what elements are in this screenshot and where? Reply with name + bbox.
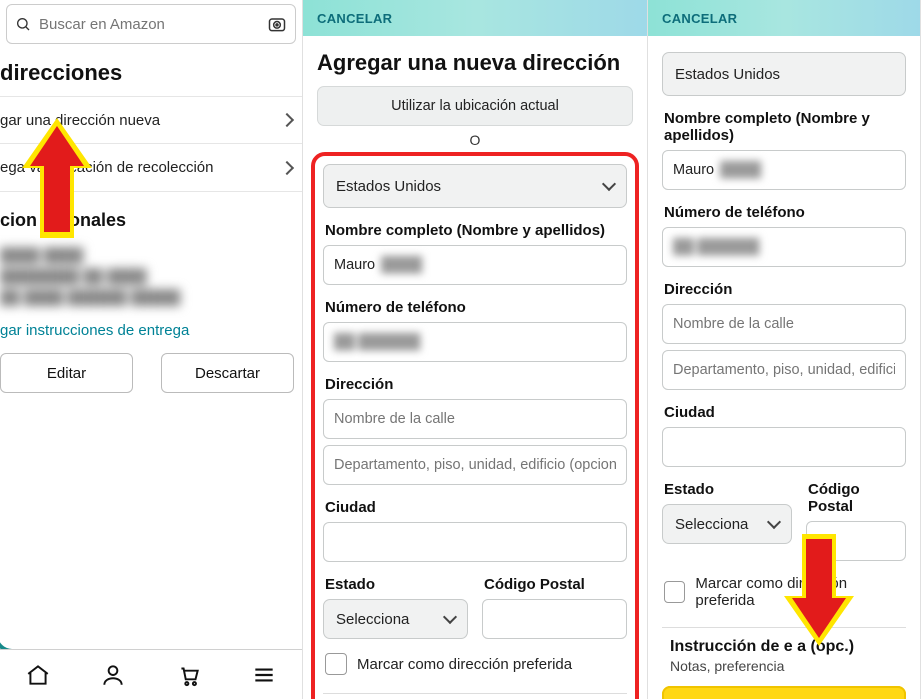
fullname-input[interactable]: Mauro████: [662, 150, 906, 190]
phone-input[interactable]: ██ ██████: [662, 227, 906, 267]
page-title: Agregar una nueva dirección: [303, 36, 647, 86]
cancel-link[interactable]: CANCELAR: [662, 11, 737, 26]
city-label: Ciudad: [323, 485, 627, 522]
discard-button[interactable]: Descartar: [161, 353, 294, 393]
state-select[interactable]: Selecciona: [662, 504, 792, 544]
street-input[interactable]: [323, 399, 627, 439]
country-select[interactable]: Estados Unidos: [323, 164, 627, 208]
bottom-nav: [0, 649, 302, 699]
fullname-label: Nombre completo (Nombre y apellidos): [323, 208, 627, 245]
search-input[interactable]: [39, 16, 267, 33]
cart-icon[interactable]: [176, 662, 202, 688]
preferred-label: Marcar como dirección preferida: [357, 656, 572, 673]
preferred-checkbox-row[interactable]: Marcar como dirección preferida: [323, 639, 627, 689]
city-label: Ciudad: [662, 390, 906, 427]
phone-input[interactable]: ██ ██████: [323, 322, 627, 362]
state-label: Estado: [662, 467, 792, 504]
search-icon: [15, 16, 31, 32]
search-bar[interactable]: [6, 4, 296, 44]
apt-input[interactable]: [662, 350, 906, 390]
country-select[interactable]: Estados Unidos: [662, 52, 906, 96]
chevron-down-icon: [443, 610, 457, 624]
add-delivery-instructions-link[interactable]: gar instrucciones de entrega: [0, 316, 302, 353]
menu-icon[interactable]: [251, 662, 277, 688]
fullname-label: Nombre completo (Nombre y apellidos): [662, 96, 906, 150]
checkbox-icon[interactable]: [325, 653, 347, 675]
address-label: Dirección: [323, 362, 627, 399]
top-bar: CANCELAR: [303, 0, 647, 36]
row-label: ega va ubicación de recolección: [0, 159, 213, 176]
row-label: gar una dirección nueva: [0, 112, 160, 129]
zip-label: Código Postal: [806, 467, 906, 521]
phone-label: Número de teléfono: [323, 285, 627, 322]
or-divider: O: [303, 126, 647, 150]
panel-add-address-form: CANCELAR Agregar una nueva dirección Uti…: [303, 0, 648, 699]
panel-add-address-scroll: CANCELAR Estados Unidos Nombre completo …: [648, 0, 921, 699]
delivery-instructions-row[interactable]: Instrucción de entrega (opc.) Notas, pre…: [323, 693, 627, 699]
delivery-instructions-row[interactable]: Instrucción de e a (opc.) Notas, prefere…: [662, 627, 906, 674]
city-input[interactable]: [323, 522, 627, 562]
add-pickup-location-row[interactable]: ega va ubicación de recolección: [0, 144, 302, 192]
home-icon[interactable]: [25, 662, 51, 688]
zip-input[interactable]: [806, 521, 906, 561]
edit-button[interactable]: Editar: [0, 353, 133, 393]
add-new-address-row[interactable]: gar una dirección nueva: [0, 96, 302, 144]
apt-input[interactable]: [323, 445, 627, 485]
add-address-button[interactable]: Agrega una dirección: [662, 686, 906, 699]
phone-label: Número de teléfono: [662, 190, 906, 227]
camera-icon[interactable]: [267, 14, 287, 34]
zip-input[interactable]: [482, 599, 627, 639]
city-input[interactable]: [662, 427, 906, 467]
highlighted-form: Estados Unidos Nombre completo (Nombre y…: [311, 152, 639, 699]
user-icon[interactable]: [100, 662, 126, 688]
chevron-down-icon: [767, 515, 781, 529]
state-select[interactable]: Selecciona: [323, 599, 468, 639]
state-label: Estado: [323, 562, 468, 599]
country-value: Estados Unidos: [336, 178, 441, 195]
personal-info-blurred: ████ ████ ████████ ██ ████ ██ ████ █████…: [0, 241, 302, 316]
country-value: Estados Unidos: [675, 66, 780, 83]
panel-addresses: direcciones gar una dirección nueva ega …: [0, 0, 303, 699]
cancel-link[interactable]: CANCELAR: [317, 11, 392, 26]
use-current-location-button[interactable]: Utilizar la ubicación actual: [317, 86, 633, 126]
fullname-input[interactable]: Mauro████: [323, 245, 627, 285]
zip-label: Código Postal: [482, 562, 627, 599]
address-label: Dirección: [662, 267, 906, 304]
preferred-label: Marcar como dirección preferida: [695, 575, 904, 609]
preferred-checkbox-row[interactable]: Marcar como dirección preferida: [662, 561, 906, 623]
chevron-down-icon: [602, 177, 616, 191]
personal-heading: cion ersonales: [0, 192, 302, 241]
top-bar: CANCELAR: [648, 0, 920, 36]
chevron-right-icon: [280, 113, 294, 127]
checkbox-icon[interactable]: [664, 581, 685, 603]
street-input[interactable]: [662, 304, 906, 344]
addresses-heading: direcciones: [0, 48, 302, 96]
chevron-right-icon: [280, 160, 294, 174]
